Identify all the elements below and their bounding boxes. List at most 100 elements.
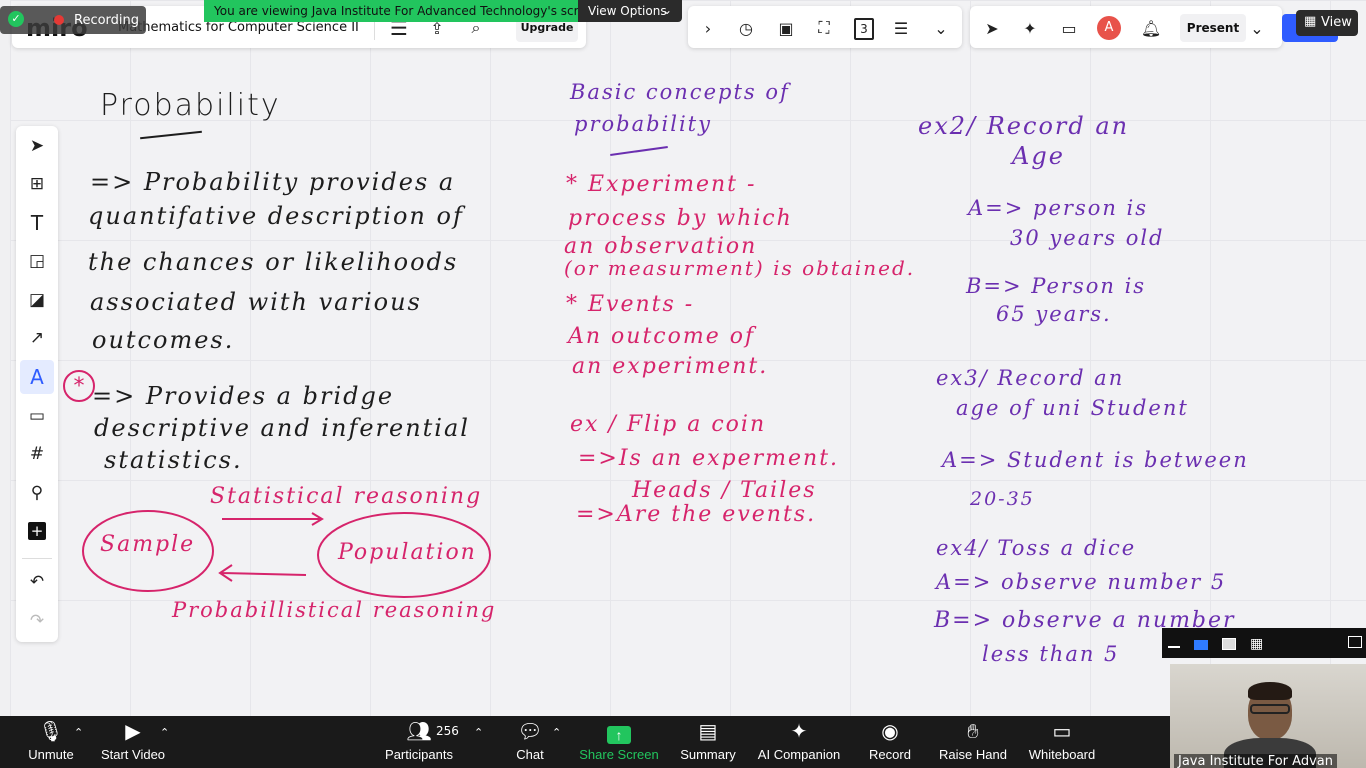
raise-hand-label: Raise Hand <box>939 747 1007 762</box>
participants-label: Participants <box>385 747 453 762</box>
participants-caret-icon[interactable]: ⌃ <box>474 726 483 739</box>
apps-icon[interactable]: ⚲ <box>20 476 54 510</box>
note-ex2: ex2/ Record an <box>918 112 1130 140</box>
comments-icon[interactable]: ▭ <box>1057 16 1081 40</box>
bell-icon[interactable]: 🔔︎ <box>1139 16 1163 40</box>
unmute-button[interactable]: 🎙︎ Unmute <box>22 716 80 768</box>
grid-icon: ▦ <box>1304 14 1317 29</box>
note-probability-title: Probability <box>100 88 281 123</box>
record-button[interactable]: ◉ Record <box>864 716 916 768</box>
participants-icon: 👥︎ <box>406 721 432 743</box>
chat-button[interactable]: 💬︎ Chat <box>506 716 554 768</box>
arrow-right <box>222 512 324 526</box>
grid-view-icon[interactable]: ▦ <box>1250 636 1263 652</box>
note-basic-concepts: Basic concepts of <box>570 80 790 104</box>
fullscreen-icon[interactable] <box>1348 636 1362 648</box>
select-cursor-icon[interactable]: ➤ <box>20 129 54 163</box>
note-bridge-line: descriptive and inferential <box>94 414 470 442</box>
ai-companion-label: AI Companion <box>757 747 841 762</box>
chat-label: Chat <box>516 747 544 762</box>
note-basic-concepts: probability <box>574 112 712 136</box>
note-ex4: A=> observe number 5 <box>936 570 1227 594</box>
chat-caret-icon[interactable]: ⌃ <box>552 726 561 739</box>
present-button[interactable]: Present <box>1180 14 1246 42</box>
templates-icon[interactable]: ⊞ <box>20 167 54 201</box>
note-ex4: ex4/ Toss a dice <box>936 536 1137 560</box>
note-ex2-b: B=> Person is <box>966 274 1147 298</box>
note-bridge-line: statistics. <box>104 446 243 474</box>
share-screen-icon: ↑ <box>607 726 631 744</box>
comment-icon[interactable]: ▭ <box>20 399 54 433</box>
gallery-view-icon[interactable] <box>1222 638 1236 650</box>
note-def-line: quantifative description of <box>88 202 464 230</box>
notes-icon[interactable]: ☰ <box>889 16 913 40</box>
note-ex1: =>Are the events. <box>576 502 817 527</box>
sticky-note-icon[interactable]: ◲ <box>20 244 54 278</box>
whiteboard-button[interactable]: ▭ Whiteboard <box>1024 716 1100 768</box>
note-ex1: =>Is an experment. <box>578 446 840 471</box>
share-banner-text: You are viewing Java Institute For Advan… <box>214 4 601 18</box>
text-icon[interactable]: T <box>20 206 54 240</box>
shapes-icon[interactable]: ◪ <box>20 283 54 317</box>
reactions-icon[interactable]: ✦ <box>1018 16 1042 40</box>
vote-icon[interactable]: ▣ <box>774 16 798 40</box>
timer-icon[interactable]: ◷ <box>734 16 758 40</box>
note-experiment: * Experiment - <box>566 172 757 197</box>
recording-label: Recording <box>74 13 140 28</box>
note-def-line: => Probability provides a <box>90 168 456 196</box>
cursor-flag-icon[interactable]: ➤ <box>980 16 1004 40</box>
double-chevron-down-icon[interactable]: ⌄ <box>930 16 952 40</box>
focus-icon[interactable]: ⛶ <box>812 16 836 40</box>
rail-divider <box>22 558 52 559</box>
arrow-left <box>218 564 307 582</box>
summary-button[interactable]: ▤ Summary <box>676 716 740 768</box>
share-screen-label: Share Screen <box>579 747 659 762</box>
note-experiment: (or measurment) is obtained. <box>564 256 916 280</box>
raise-hand-button[interactable]: ✋︎ Raise Hand <box>936 716 1010 768</box>
sparkle-icon: ✦ <box>790 721 808 743</box>
star-circle: * <box>63 370 95 402</box>
chat-icon: 💬︎ <box>517 721 543 743</box>
video-caret-icon[interactable]: ⌃ <box>160 726 169 739</box>
glasses-icon <box>1250 704 1290 714</box>
note-ex3: age of uni Student <box>956 396 1189 420</box>
avatar[interactable]: A <box>1097 16 1121 40</box>
add-icon[interactable]: + <box>20 514 54 548</box>
speaker-view-icon[interactable] <box>1194 640 1208 650</box>
note-ex2-b: 65 years. <box>996 302 1112 326</box>
note-ex4: less than 5 <box>982 642 1120 666</box>
hand-icon: ✋︎ <box>967 721 979 743</box>
note-ex1: ex / Flip a coin <box>570 412 767 437</box>
note-ex3: ex3/ Record an <box>936 366 1125 390</box>
whiteboard-icon: ▭ <box>1052 721 1072 743</box>
chevron-right-icon[interactable]: › <box>698 16 718 40</box>
ai-companion-button[interactable]: ✦ AI Companion <box>754 716 844 768</box>
summary-label: Summary <box>680 747 736 762</box>
note-probabilistic-reasoning: Probabillistical reasoning <box>172 598 497 622</box>
redo-icon[interactable]: ↷ <box>20 604 54 638</box>
note-ex2-a: 30 years old <box>1010 226 1165 250</box>
pen-icon[interactable]: A <box>20 360 54 394</box>
note-events: * Events - <box>566 292 695 317</box>
video-name-label: Java Institute For Advan <box>1174 754 1337 768</box>
person-hair <box>1248 682 1292 700</box>
page-number-icon[interactable]: 3 <box>854 18 874 40</box>
start-video-button[interactable]: ▶︎ Start Video <box>96 716 170 768</box>
note-experiment: process by which <box>568 206 793 231</box>
mic-muted-icon: 🎙︎ <box>38 721 64 743</box>
participant-video[interactable] <box>1170 664 1366 768</box>
board-title[interactable]: Mathematics for Computer Science II <box>118 20 359 35</box>
start-video-label: Start Video <box>100 747 166 762</box>
undo-icon[interactable]: ↶ <box>20 565 54 599</box>
minimize-icon[interactable] <box>1168 646 1180 648</box>
note-population: Population <box>338 540 477 565</box>
share-screen-button[interactable]: ↑ Share Screen <box>576 716 662 768</box>
record-label: Record <box>869 747 911 762</box>
connector-arrow-icon[interactable]: ↗ <box>20 321 54 355</box>
camera-off-icon: ▶︎ <box>125 721 141 743</box>
note-sample: Sample <box>100 532 196 557</box>
frame-icon[interactable]: # <box>20 437 54 471</box>
unmute-caret-icon[interactable]: ⌃ <box>74 726 83 739</box>
summary-icon: ▤ <box>698 721 718 743</box>
chevron-down-icon[interactable]: ⌄ <box>1248 16 1266 40</box>
